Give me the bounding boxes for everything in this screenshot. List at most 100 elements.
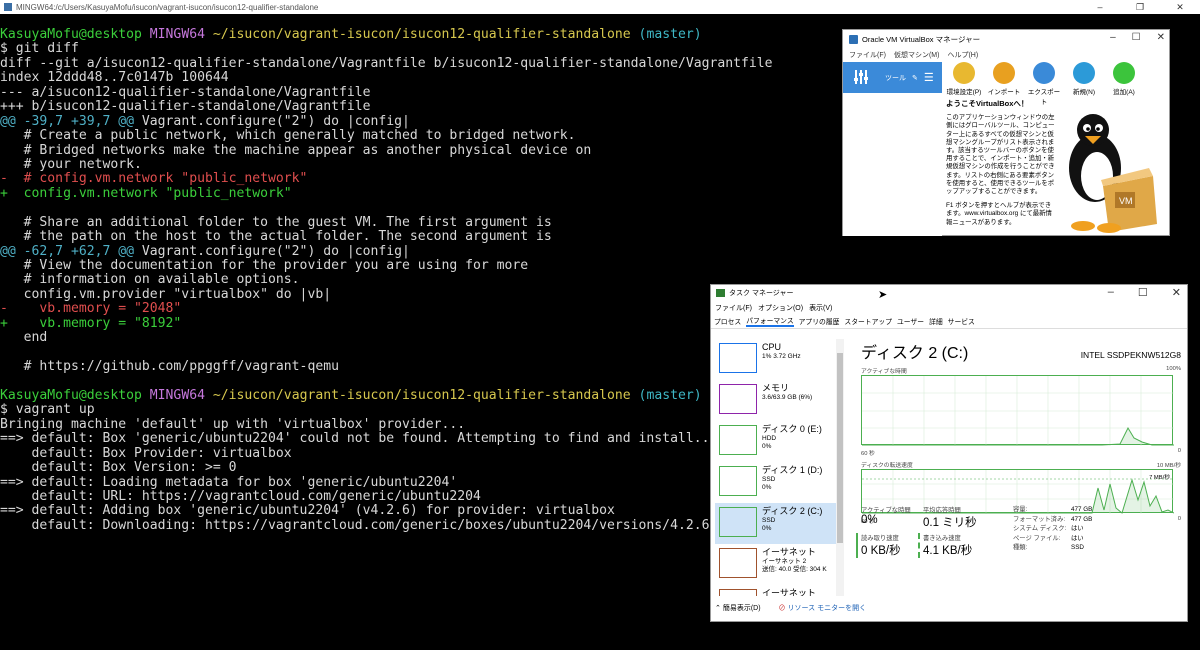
tm-menu-view[interactable]: 表示(V) — [809, 303, 832, 313]
terminal-title: MINGW64:/c/Users/KasuyaMofu/isucon/vagra… — [16, 2, 319, 12]
graph2-marker: 7 MB/秒 — [1149, 475, 1170, 481]
mouse-cursor-icon: ➤ — [878, 289, 888, 301]
tm-maximize-button[interactable]: ☐ — [1138, 286, 1148, 299]
tm-minimize-button[interactable]: – — [1108, 286, 1114, 299]
toolbar-label: 追加(A) — [1113, 89, 1135, 96]
vb-menu-file[interactable]: ファイル(F) — [849, 50, 886, 60]
tm-resource-item[interactable]: イーサネット イーサネット 2 送信: 40.0 受信: 304 K — [715, 544, 843, 585]
toolbar-label: 新規(N) — [1072, 89, 1096, 96]
response-time-value: 0.1 ミリ秒 — [923, 517, 977, 529]
terminal-line: # View the documentation for the provide… — [0, 258, 529, 273]
tm-tab[interactable]: 詳細 — [929, 316, 943, 326]
virtualbox-icon — [849, 34, 858, 44]
task-manager-icon — [716, 289, 725, 297]
tm-footer: ⌃ 簡易表示(D) ⊘ リソース モニターを開く — [715, 599, 866, 617]
virtualbox-menubar: ファイル(F) 仮想マシン(M) ヘルプ(H) — [843, 48, 1169, 62]
tm-resource-item[interactable]: ディスク 2 (C:) SSD 0% — [715, 503, 843, 544]
vb-sidebar: ツール ✎ ☰ — [843, 62, 942, 236]
tm-menu-options[interactable]: オプション(O) — [758, 303, 803, 313]
task-manager-window[interactable]: タスク マネージャー – ☐ ✕ ファイル(F) オプション(O) 表示(V) … — [710, 284, 1188, 622]
tm-resource-list: CPU 1% 3.72 GHz メモリ 3.6/63.9 GB (6%) ディスク 0 … — [715, 339, 843, 596]
restore-button[interactable]: ❐ — [1120, 0, 1160, 14]
resource-name: CPU — [762, 342, 782, 352]
resource-sub: 0% — [762, 524, 772, 532]
tux-mascot-image: VM — [1053, 106, 1163, 236]
vb-toolbar-button[interactable]: インポート — [986, 62, 1022, 96]
vb-minimize-button[interactable]: – — [1110, 32, 1116, 43]
read-speed-value: 0 KB/秒 — [861, 545, 901, 557]
vb-tools-item[interactable]: ツール ✎ ☰ — [843, 62, 942, 93]
resource-monitor-link[interactable]: ⊘ リソース モニターを開く — [779, 603, 867, 613]
vb-toolbar-button[interactable]: エクスポート — [1026, 62, 1062, 106]
svg-text:VM: VM — [1119, 196, 1133, 206]
graph2-label: ディスクの転送速度 — [861, 463, 913, 469]
resource-name: イーサネット — [762, 547, 816, 557]
fewer-details-button[interactable]: ⌃ 簡易表示(D) — [715, 603, 761, 613]
tm-resource-item[interactable]: ディスク 0 (E:) HDD 0% — [715, 421, 843, 462]
vb-toolbar-button[interactable]: 追加(A) — [1106, 62, 1142, 96]
mini-graph — [719, 507, 757, 537]
disk-property-row: フォーマット済み: 477 GB — [1013, 515, 1093, 523]
vb-welcome-panel: ようこそVirtualBoxへ！ このアプリケーションウィンドウの左側にはグロー… — [946, 99, 1056, 227]
toolbar-icon — [993, 62, 1015, 84]
mini-graph — [719, 548, 757, 578]
write-speed-label: 書き込み速度 — [923, 535, 961, 542]
tm-resource-item[interactable]: メモリ 3.6/63.9 GB (6%) — [715, 380, 843, 421]
tm-tab[interactable]: ユーザー — [897, 316, 924, 326]
mini-graph — [719, 589, 757, 596]
tools-icon — [853, 68, 879, 88]
resource-name: イーサネット — [762, 588, 816, 596]
tm-tab[interactable]: プロセス — [714, 316, 741, 326]
tm-resource-scrollbar[interactable] — [836, 339, 844, 596]
active-time-graph — [861, 375, 1174, 446]
virtualbox-window[interactable]: Oracle VM VirtualBox マネージャー – ☐ ✕ ファイル(F… — [842, 29, 1170, 236]
write-speed-value: 4.1 KB/秒 — [923, 545, 973, 557]
tm-resource-item[interactable]: イーサネット — [715, 585, 843, 596]
vb-welcome-title: ようこそVirtualBoxへ！ — [946, 99, 1029, 108]
resource-name: ディスク 2 (C:) — [762, 506, 823, 516]
graph1-label: アクティブな時間 — [861, 369, 907, 375]
tm-tab[interactable]: サービス — [948, 316, 975, 326]
tm-detail-title: ディスク 2 (C:) — [861, 345, 969, 362]
graph1-max: 100% — [1166, 366, 1181, 372]
list-menu-icon[interactable]: ☰ — [924, 71, 934, 84]
tm-resource-item[interactable]: CPU 1% 3.72 GHz — [715, 339, 843, 380]
resource-sub: 1% 3.72 GHz — [762, 353, 801, 360]
vb-toolbar-button[interactable]: 新規(N) — [1066, 62, 1102, 96]
tm-tab[interactable]: スタートアップ — [844, 316, 892, 326]
toolbar-icon — [953, 62, 975, 84]
resource-sub: SSD — [762, 517, 776, 524]
resource-sub: HDD — [762, 435, 777, 442]
vb-maximize-button[interactable]: ☐ — [1132, 32, 1141, 43]
mingw-icon — [4, 3, 12, 11]
tm-menubar: ファイル(F) オプション(O) 表示(V) — [711, 301, 1187, 314]
tm-detail-panel: ディスク 2 (C:) INTEL SSDPEKNW512G8 アクティブな時間… — [856, 339, 1181, 599]
vb-help-text: F1 ボタンを押すとヘルプが表示できます。www.virtualbox.org … — [946, 202, 1052, 226]
vb-toolbar: 環境設定(P) インポート エクスポート新規(N) 追加(A) — [946, 62, 1142, 106]
tm-menu-file[interactable]: ファイル(F) — [715, 303, 752, 313]
toolbar-label: 環境設定(P) — [946, 89, 982, 96]
close-button[interactable]: ✕ — [1160, 0, 1200, 14]
tm-tab[interactable]: パフォーマンス — [746, 315, 794, 327]
vb-menu-help[interactable]: ヘルプ(H) — [947, 50, 978, 60]
resource-sub: イーサネット 2 — [762, 558, 807, 565]
disk-property-row: ページ ファイル: はい — [1013, 534, 1084, 542]
terminal-titlebar: MINGW64:/c/Users/KasuyaMofu/isucon/vagra… — [0, 0, 1200, 14]
tm-tab[interactable]: アプリの履歴 — [799, 316, 840, 326]
virtualbox-titlebar: Oracle VM VirtualBox マネージャー – ☐ ✕ — [843, 30, 1169, 48]
active-time-value: 0% — [861, 514, 878, 526]
vb-toolbar-button[interactable]: 環境設定(P) — [946, 62, 982, 96]
resource-sub: 3.6/63.9 GB (6%) — [762, 394, 813, 401]
resource-sub: 0% — [762, 483, 772, 491]
tm-close-button[interactable]: ✕ — [1172, 286, 1181, 299]
tm-resource-item[interactable]: ディスク 1 (D:) SSD 0% — [715, 462, 843, 503]
toolbar-icon — [1033, 62, 1055, 84]
resource-name: ディスク 1 (D:) — [762, 465, 823, 475]
resource-name: ディスク 0 (E:) — [762, 424, 822, 434]
toolbar-icon — [1113, 62, 1135, 84]
vb-close-button[interactable]: ✕ — [1157, 32, 1165, 43]
minimize-button[interactable]: – — [1080, 0, 1120, 14]
vb-menu-machine[interactable]: 仮想マシン(M) — [894, 50, 940, 60]
mini-graph — [719, 343, 757, 373]
disk-property-row: 種類: SSD — [1013, 544, 1084, 552]
